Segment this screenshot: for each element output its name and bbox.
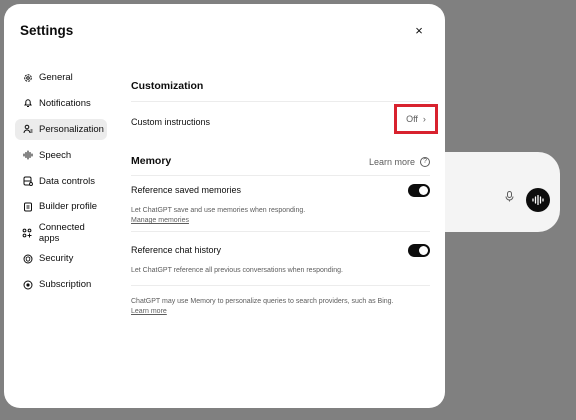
person-icon: [22, 124, 33, 135]
divider: [131, 101, 430, 102]
chevron-right-icon: ›: [422, 114, 426, 124]
custom-instructions-value: Off: [406, 114, 418, 124]
sidebar-item-label: Subscription: [39, 279, 92, 291]
sidebar-item-security[interactable]: Security: [15, 248, 107, 269]
sidebar-item-data-controls[interactable]: Data controls: [15, 171, 107, 192]
divider: [131, 175, 430, 176]
sidebar-item-builder-profile[interactable]: Builder profile: [15, 196, 107, 217]
apps-grid-icon: [22, 227, 33, 238]
footer-learn-more-link[interactable]: Learn more: [131, 308, 167, 315]
reference-saved-memories-helper: Let ChatGPT save and use memories when r…: [131, 206, 411, 226]
sidebar-item-label: Builder profile: [39, 201, 98, 213]
toggle-knob: [419, 246, 428, 255]
reference-saved-memories-toggle[interactable]: [408, 184, 430, 197]
subscription-icon: [22, 279, 33, 290]
microphone-icon[interactable]: [501, 191, 517, 207]
sidebar-item-connected-apps[interactable]: Connected apps: [15, 221, 107, 244]
bell-icon: [22, 98, 33, 109]
settings-sidebar: General Notifications Personalization Sp…: [15, 67, 107, 300]
sidebar-item-label: Security: [39, 253, 74, 265]
memory-footer-text: ChatGPT may use Memory to personalize qu…: [131, 297, 411, 317]
sidebar-item-label: General: [39, 72, 73, 83]
sidebar-item-label: Data controls: [39, 175, 95, 187]
sidebar-item-notifications[interactable]: Notifications: [15, 93, 107, 114]
sidebar-item-label: Notifications: [39, 97, 91, 109]
sidebar-item-label: Connected apps: [38, 221, 85, 244]
sidebar-item-speech[interactable]: Speech: [15, 145, 107, 166]
waveform-icon: [532, 195, 544, 205]
shield-icon: [22, 253, 33, 264]
manage-memories-link[interactable]: Manage memories: [131, 217, 189, 224]
modal-header: Settings ×: [4, 4, 445, 58]
memory-heading: Memory: [131, 155, 172, 167]
id-card-icon: [22, 201, 33, 212]
custom-instructions-button[interactable]: Off ›: [394, 104, 438, 134]
toggle-knob: [419, 186, 428, 195]
learn-more-label: Learn more: [369, 157, 416, 167]
divider: [131, 231, 430, 232]
footer-text: ChatGPT may use Memory to personalize qu…: [131, 298, 394, 305]
customization-heading: Customization: [131, 80, 204, 92]
reference-chat-history-helper: Let ChatGPT reference all previous conve…: [131, 267, 343, 274]
help-circle-icon: ?: [420, 157, 431, 167]
reference-chat-history-label: Reference chat history: [131, 245, 222, 255]
sidebar-item-label: Speech: [39, 149, 72, 161]
reference-saved-memories-label: Reference saved memories: [131, 185, 242, 195]
database-icon: [22, 176, 33, 187]
settings-modal: Settings × General Notifications Persona…: [4, 4, 445, 408]
helper-text: Let ChatGPT save and use memories when r…: [131, 207, 306, 214]
reference-chat-history-toggle[interactable]: [408, 244, 430, 257]
sidebar-item-general[interactable]: General: [15, 67, 107, 88]
gear-icon: [22, 72, 33, 83]
sidebar-item-label: Personalization: [39, 123, 104, 135]
close-button[interactable]: ×: [410, 22, 428, 40]
sidebar-item-subscription[interactable]: Subscription: [15, 274, 107, 295]
sidebar-item-personalization[interactable]: Personalization: [15, 118, 107, 140]
waveform-icon: [22, 150, 33, 161]
divider: [131, 285, 430, 286]
memory-learn-more-link[interactable]: Learn more ?: [369, 157, 431, 167]
voice-mode-button[interactable]: [526, 188, 550, 212]
custom-instructions-label: Custom instructions: [131, 117, 211, 127]
modal-title: Settings: [20, 23, 74, 38]
